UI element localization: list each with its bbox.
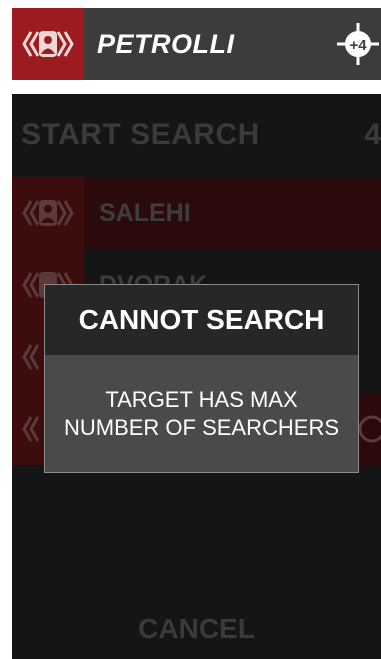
start-search-count: 4 xyxy=(364,118,381,151)
cancel-button[interactable]: CANCEL xyxy=(12,599,381,659)
crosshair-icon: +4 xyxy=(337,23,379,65)
start-search-label: START SEARCH xyxy=(21,118,260,151)
crosshair-button[interactable]: +4 xyxy=(336,22,380,66)
crosshair-badge: +4 xyxy=(349,37,367,54)
dialog-message-line1: TARGET HAS MAX xyxy=(105,387,298,412)
dialog-title: CANNOT SEARCH xyxy=(45,285,358,355)
person-signal-icon xyxy=(22,31,74,57)
cannot-search-dialog: CANNOT SEARCH TARGET HAS MAX NUMBER OF S… xyxy=(44,284,359,473)
searcher-avatar xyxy=(12,177,84,249)
player-name: PETROLLI xyxy=(97,29,235,59)
crosshair-icon xyxy=(358,415,381,443)
player-header: PETROLLI +4 xyxy=(12,8,381,80)
dialog-message-line2: NUMBER OF SEARCHERS xyxy=(63,415,340,440)
dialog-message: TARGET HAS MAX NUMBER OF SEARCHERS xyxy=(45,386,358,442)
person-signal-icon xyxy=(22,200,74,226)
player-avatar[interactable] xyxy=(12,8,84,80)
searcher-name: SALEHI xyxy=(99,199,191,227)
searcher-row[interactable]: SALEHI xyxy=(12,177,381,249)
